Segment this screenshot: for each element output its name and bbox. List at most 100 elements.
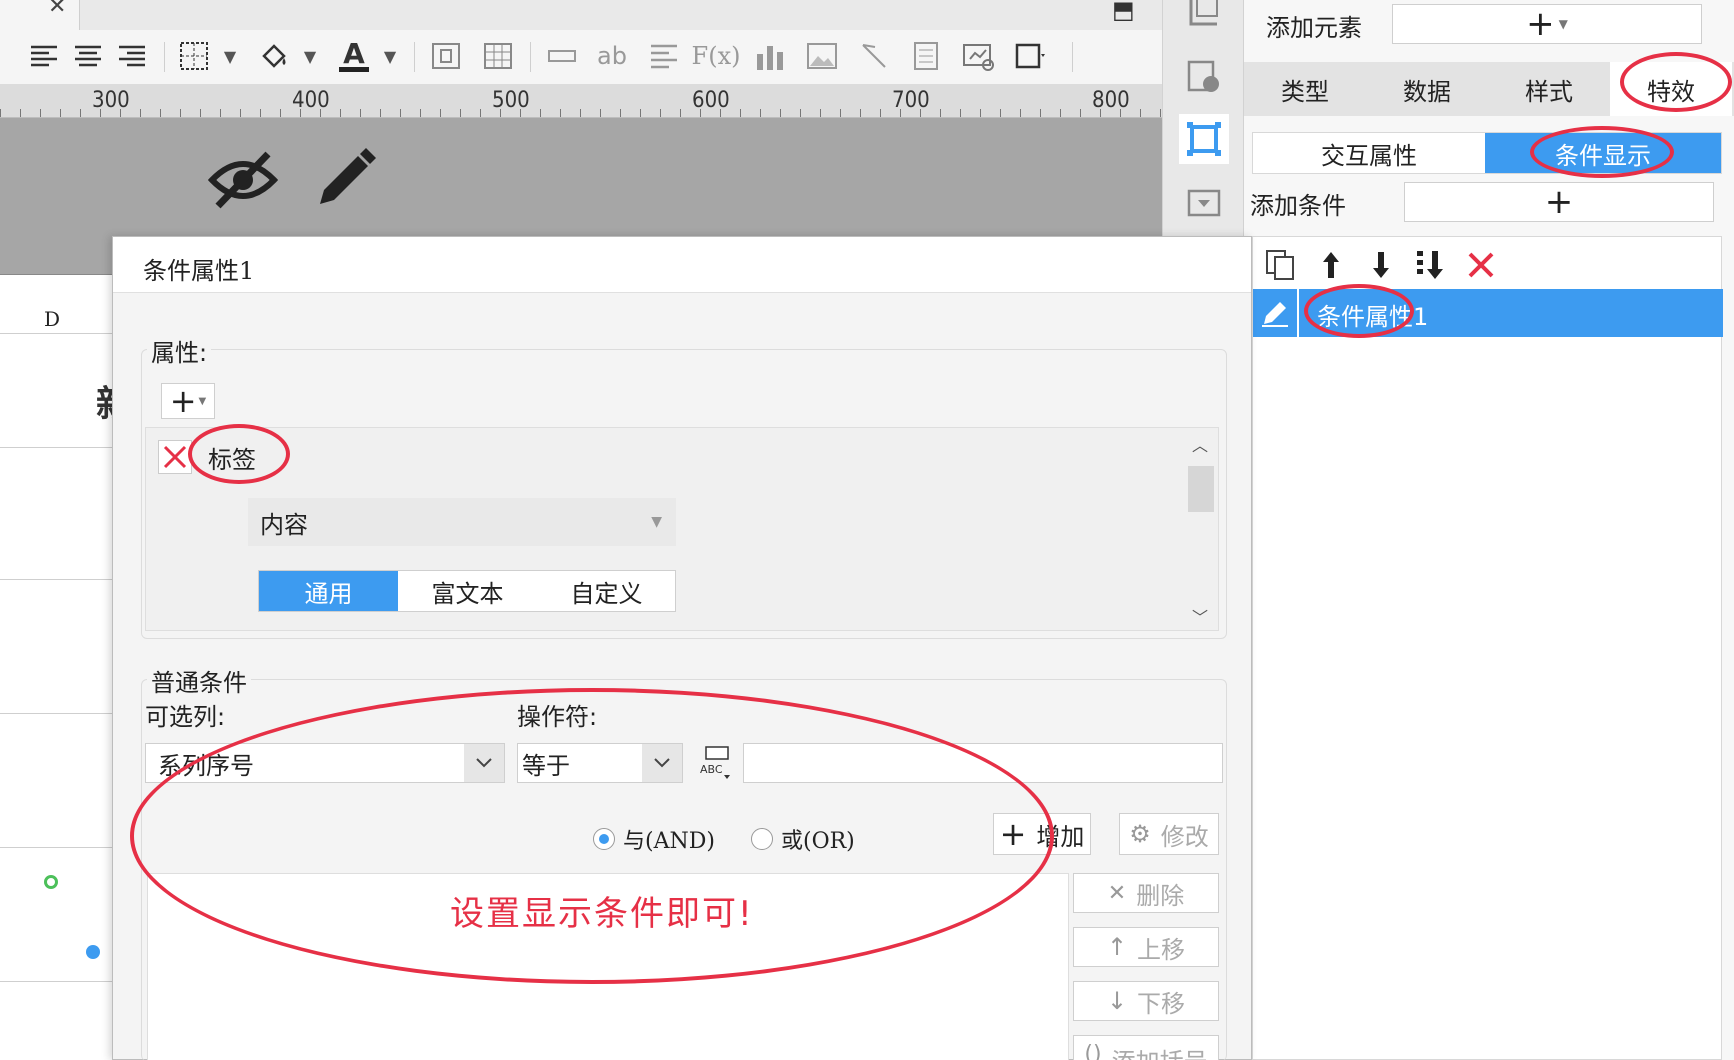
font-color-icon[interactable]: A bbox=[336, 38, 372, 74]
svg-text:ABC: ABC bbox=[700, 763, 723, 776]
chart-settings-icon[interactable] bbox=[1179, 114, 1229, 164]
edit-icon[interactable] bbox=[1253, 289, 1299, 337]
tab-custom[interactable]: 自定义 bbox=[537, 571, 676, 611]
chevron-down-icon[interactable]: ▼ bbox=[372, 38, 408, 74]
bar-chart-icon[interactable] bbox=[752, 38, 788, 74]
add-button[interactable]: + 增加 bbox=[993, 813, 1091, 855]
spreadsheet[interactable]: D 新 bbox=[0, 274, 132, 1060]
scrollbar[interactable]: ︿ ﹀ bbox=[1184, 428, 1218, 630]
arrow-up-icon[interactable] bbox=[1311, 245, 1351, 285]
ruler-tick bbox=[360, 109, 361, 117]
slash-icon[interactable] bbox=[856, 38, 892, 74]
arrow-down-icon: ↓ bbox=[1106, 987, 1128, 1015]
arrow-up-icon: ↑ bbox=[1106, 933, 1128, 961]
scroll-down-icon[interactable]: ﹀ bbox=[1192, 604, 1208, 628]
copy-icon[interactable] bbox=[1261, 245, 1301, 285]
radio-and-dot[interactable] bbox=[593, 828, 615, 850]
value-type-icon[interactable]: ABC bbox=[695, 743, 735, 783]
align-left-icon[interactable] bbox=[26, 38, 62, 74]
align-center-icon[interactable] bbox=[70, 38, 106, 74]
ruler-tick bbox=[320, 109, 321, 117]
template-icon[interactable] bbox=[1179, 178, 1229, 228]
tab-type[interactable]: 类型 bbox=[1244, 62, 1366, 116]
chevron-down-icon bbox=[464, 744, 504, 782]
attributes-legend: 属性: bbox=[147, 333, 212, 368]
tab-style[interactable]: 样式 bbox=[1488, 62, 1610, 116]
frame-icon[interactable] bbox=[1012, 38, 1048, 74]
condition-dialog: 条件属性1 属性: + ▼ 标签 内容 ▼ 通用 富文本 自定义 ︿ ﹀ 普通条… bbox=[112, 236, 1252, 1060]
list-icon[interactable] bbox=[646, 38, 682, 74]
ruler-tick bbox=[980, 109, 981, 117]
radio-or-dot[interactable] bbox=[751, 828, 773, 850]
formula-icon[interactable]: F(x) bbox=[692, 38, 741, 74]
page-icon[interactable] bbox=[908, 38, 944, 74]
add-element-button[interactable]: + ▼ bbox=[1392, 4, 1702, 44]
ruler-tick bbox=[520, 109, 521, 117]
grid-icon[interactable] bbox=[480, 38, 516, 74]
content-select[interactable]: 内容 ▼ bbox=[248, 498, 676, 546]
arrow-down-icon[interactable] bbox=[1361, 245, 1401, 285]
image-icon[interactable] bbox=[804, 38, 840, 74]
ruler-tick bbox=[100, 109, 101, 117]
chevron-down-icon: ▼ bbox=[198, 395, 207, 407]
pin-icon[interactable]: ⬒ bbox=[1112, 0, 1135, 24]
ruler-label: 800 bbox=[1092, 88, 1130, 113]
bracket-icon: () bbox=[1084, 1042, 1102, 1060]
tab-general[interactable]: 通用 bbox=[259, 571, 398, 611]
merge-cell-icon[interactable] bbox=[428, 38, 464, 74]
dialog-title: 条件属性1 bbox=[113, 237, 1251, 293]
sheet-row-line bbox=[0, 579, 112, 580]
ruler-tick bbox=[960, 109, 961, 117]
field-icon[interactable] bbox=[544, 38, 580, 74]
column-select[interactable]: 系列序号 bbox=[145, 743, 505, 783]
ruler-tick bbox=[920, 109, 921, 117]
tab-condition-display[interactable]: 条件显示 bbox=[1485, 133, 1721, 173]
delete-attribute-icon[interactable] bbox=[158, 440, 192, 474]
ruler-tick bbox=[740, 109, 741, 117]
active-tab[interactable]: ✕ bbox=[0, 0, 80, 30]
cell-attr-icon[interactable] bbox=[1179, 0, 1229, 36]
tab-data[interactable]: 数据 bbox=[1366, 62, 1488, 116]
add-condition-button[interactable]: + bbox=[1404, 182, 1714, 222]
delete-icon[interactable] bbox=[1461, 245, 1501, 285]
fill-color-icon[interactable] bbox=[256, 38, 292, 74]
ruler-tick bbox=[480, 109, 481, 117]
delete-button[interactable]: ✕ 删除 bbox=[1073, 873, 1219, 913]
tab-effects[interactable]: 特效 bbox=[1610, 62, 1732, 116]
ruler-tick bbox=[20, 109, 21, 117]
scroll-thumb[interactable] bbox=[1188, 466, 1214, 512]
move-up-button[interactable]: ↑ 上移 bbox=[1073, 927, 1219, 967]
chevron-down-icon[interactable]: ▼ bbox=[212, 38, 248, 74]
chevron-down-icon[interactable]: ▼ bbox=[292, 38, 328, 74]
plus-icon: + bbox=[1544, 182, 1574, 222]
ruler-tick bbox=[80, 109, 81, 117]
scroll-up-icon[interactable]: ︿ bbox=[1192, 432, 1208, 456]
move-down-button[interactable]: ↓ 下移 bbox=[1073, 981, 1219, 1021]
widget-settings-icon[interactable] bbox=[1179, 52, 1229, 102]
tab-rich-text[interactable]: 富文本 bbox=[398, 571, 537, 611]
add-attribute-button[interactable]: + ▼ bbox=[161, 383, 215, 419]
pencil-icon[interactable] bbox=[312, 146, 378, 216]
text-icon[interactable]: ab bbox=[594, 38, 630, 74]
radio-and[interactable]: 与(AND) bbox=[593, 823, 715, 855]
condition-value-input[interactable] bbox=[743, 743, 1223, 783]
operator-select[interactable]: 等于 bbox=[517, 743, 683, 783]
add-bracket-button[interactable]: () 添加括号 bbox=[1073, 1035, 1219, 1060]
ruler-tick bbox=[1120, 109, 1121, 117]
list-item[interactable]: 条件属性1 bbox=[1253, 289, 1723, 337]
align-right-icon[interactable] bbox=[114, 38, 150, 74]
radio-or[interactable]: 或(OR) bbox=[751, 823, 855, 855]
modify-button[interactable]: ⚙ 修改 bbox=[1119, 813, 1219, 855]
border-icon[interactable] bbox=[176, 38, 212, 74]
eye-slash-icon[interactable] bbox=[207, 150, 279, 214]
close-icon: ✕ bbox=[1107, 880, 1127, 906]
ruler-tick bbox=[1040, 109, 1041, 117]
ruler: 300 400 500 600 700 800 bbox=[0, 84, 1162, 118]
gear-icon: ⚙ bbox=[1129, 820, 1151, 848]
attribute-scroll-area[interactable]: 标签 内容 ▼ 通用 富文本 自定义 ︿ ﹀ bbox=[145, 427, 1219, 631]
sort-icon[interactable] bbox=[1411, 245, 1451, 285]
report-icon[interactable] bbox=[960, 38, 996, 74]
tab-interaction[interactable]: 交互属性 bbox=[1253, 133, 1485, 173]
ruler-tick bbox=[840, 109, 841, 117]
close-icon[interactable]: ✕ bbox=[48, 0, 66, 19]
